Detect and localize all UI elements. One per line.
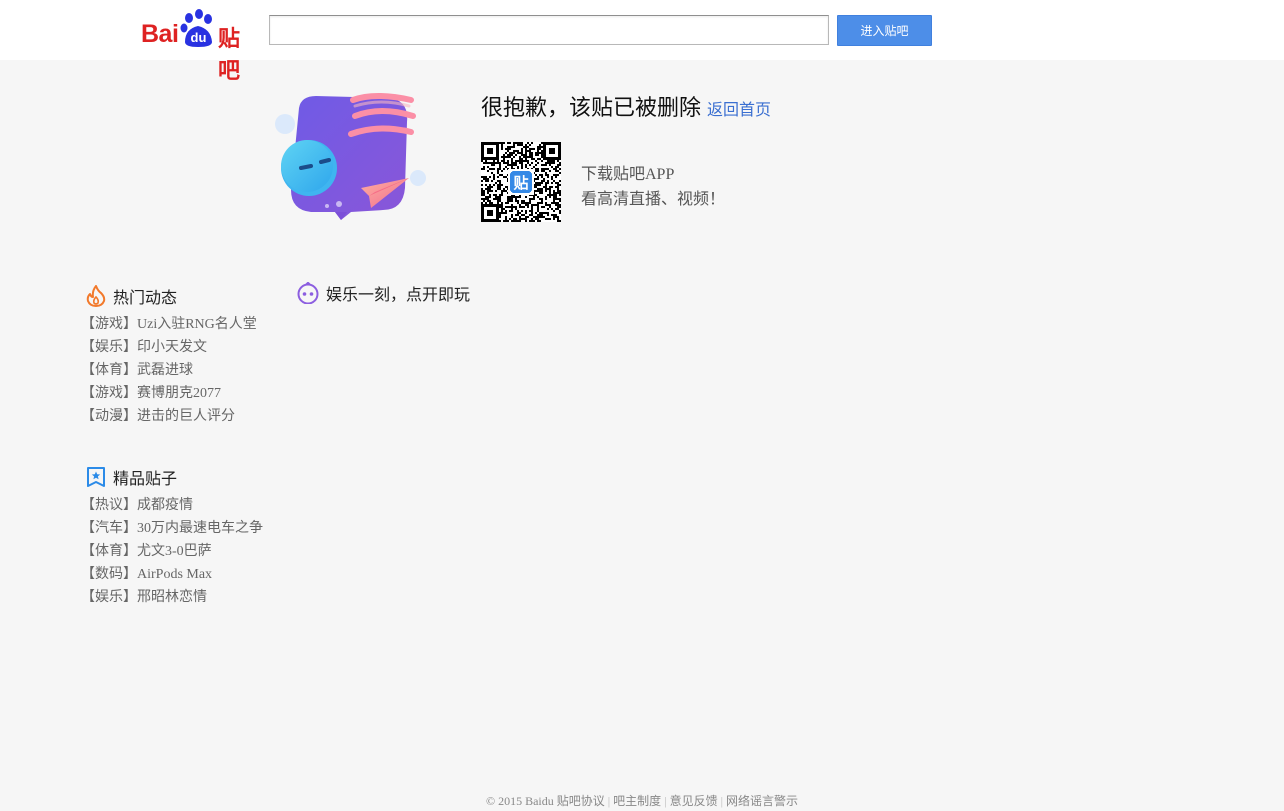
footer-link-rumor-warning[interactable]: 网络谣言警示 <box>726 794 798 808</box>
app-promo-text: 看高清直播、视频！ <box>581 191 726 208</box>
flame-icon <box>86 285 106 307</box>
tieba-logo[interactable]: Bai du 贴吧 <box>141 8 261 84</box>
search-input[interactable] <box>269 15 829 45</box>
list-item[interactable]: 【汽车】30万内最速电车之争 <box>81 517 263 540</box>
hot-list: 【游戏】Uzi入驻RNG名人堂 【娱乐】印小天发文 【体育】武磊进球 【游戏】赛… <box>81 313 257 428</box>
deleted-mascot-illustration <box>275 93 426 220</box>
footer-link-moderator-rules[interactable]: 吧主制度 <box>613 794 661 808</box>
logo-paw-text: du <box>191 30 207 45</box>
footer-link-feedback[interactable]: 意见反馈 <box>670 794 718 808</box>
hot-section-title: 热门动态 <box>86 284 177 308</box>
app-qr-code: 贴 <box>481 142 561 222</box>
download-app-text: 下载贴吧APP <box>581 166 675 183</box>
list-item[interactable]: 【体育】尤文3-0巴萨 <box>81 540 263 563</box>
enter-tieba-button[interactable]: 进入贴吧 <box>837 15 932 46</box>
list-item[interactable]: 【热议】成都疫情 <box>81 494 263 517</box>
footer-link-agreement[interactable]: 贴吧协议 <box>557 794 605 808</box>
top-bar: Bai du 贴吧 进入贴吧 <box>0 0 1284 84</box>
bookmark-star-icon <box>87 467 105 487</box>
logo-tieba-text: 贴吧 <box>218 27 241 84</box>
list-item[interactable]: 【动漫】进击的巨人评分 <box>81 405 257 428</box>
fine-section-title: 精品贴子 <box>86 465 177 489</box>
list-item[interactable]: 【数码】AirPods Max <box>81 563 263 586</box>
fine-list: 【热议】成都疫情 【汽车】30万内最速电车之争 【体育】尤文3-0巴萨 【数码】… <box>81 494 263 609</box>
deleted-notice-title: 很抱歉，该贴已被删除 <box>481 96 702 121</box>
game-face-icon <box>297 282 319 304</box>
footer: © 2015 Baidu 贴吧协议 | 吧主制度 | 意见反馈 | 网络谣言警示 <box>485 794 799 808</box>
list-item[interactable]: 【体育】武磊进球 <box>81 359 257 382</box>
entertainment-title-text: 娱乐一刻，点开即玩 <box>326 285 471 304</box>
copyright-text: © 2015 Baidu <box>485 794 554 808</box>
entertainment-section-title: 娱乐一刻，点开即玩 <box>297 281 470 305</box>
logo-bai-text: Bai <box>141 20 179 48</box>
list-item[interactable]: 【游戏】Uzi入驻RNG名人堂 <box>81 313 257 336</box>
return-home-link[interactable]: 返回首页 <box>707 96 771 120</box>
paw-logo-icon: du <box>180 9 212 47</box>
list-item[interactable]: 【娱乐】邢昭林恋情 <box>81 586 263 609</box>
list-item[interactable]: 【游戏】赛博朋克2077 <box>81 382 257 405</box>
hot-title-text: 热门动态 <box>113 288 178 307</box>
qr-icon-text: 贴 <box>513 174 528 192</box>
fine-title-text: 精品贴子 <box>113 469 178 488</box>
list-item[interactable]: 【娱乐】印小天发文 <box>81 336 257 359</box>
